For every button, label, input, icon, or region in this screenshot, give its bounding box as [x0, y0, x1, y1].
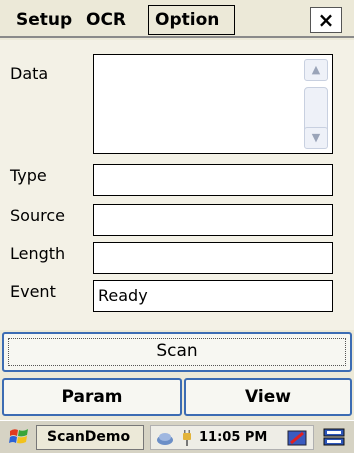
length-label: Length [10, 244, 66, 263]
view-button[interactable]: View [184, 378, 352, 416]
data-textarea[interactable]: ▲ ▼ [93, 54, 333, 154]
close-button[interactable]: × [310, 7, 342, 33]
app-window: Setup OCR Option × Data ▲ ▼ Type Source … [0, 0, 354, 453]
source-label: Source [10, 206, 65, 225]
param-button-label: Param [61, 387, 123, 407]
close-icon: × [317, 8, 335, 32]
menu-ocr[interactable]: OCR [86, 8, 126, 32]
scroll-down-icon[interactable]: ▼ [304, 127, 328, 149]
scan-form: Data ▲ ▼ Type Source Length Event Ready [0, 40, 354, 330]
clock[interactable]: 11:05 PM [199, 426, 267, 449]
system-tray: 11:05 PM [150, 425, 314, 450]
param-button[interactable]: Param [2, 378, 182, 416]
pen-input-icon[interactable] [287, 429, 307, 447]
power-plug-icon[interactable] [177, 429, 197, 447]
data-scrollbar[interactable]: ▲ ▼ [304, 57, 330, 151]
event-field[interactable]: Ready [93, 280, 333, 312]
menu-setup[interactable]: Setup [16, 8, 72, 32]
length-field[interactable] [93, 242, 333, 274]
view-button-label: View [245, 387, 291, 407]
scan-button[interactable]: Scan [2, 332, 352, 372]
taskbar: ScanDemo 11:05 PM [0, 420, 354, 453]
network-icon[interactable] [155, 429, 175, 447]
windows-start-icon[interactable] [8, 426, 30, 448]
menu-bar: Setup OCR Option × [0, 0, 354, 38]
data-label: Data [10, 64, 49, 83]
type-field[interactable] [93, 164, 333, 196]
input-panel-icon[interactable] [322, 427, 346, 447]
source-field[interactable] [93, 204, 333, 236]
scroll-up-icon[interactable]: ▲ [304, 59, 328, 81]
type-label: Type [10, 166, 47, 185]
menu-option[interactable]: Option [155, 8, 219, 32]
event-label: Event [10, 282, 56, 301]
focus-ring [8, 338, 346, 366]
taskbar-app-button[interactable]: ScanDemo [36, 425, 144, 450]
